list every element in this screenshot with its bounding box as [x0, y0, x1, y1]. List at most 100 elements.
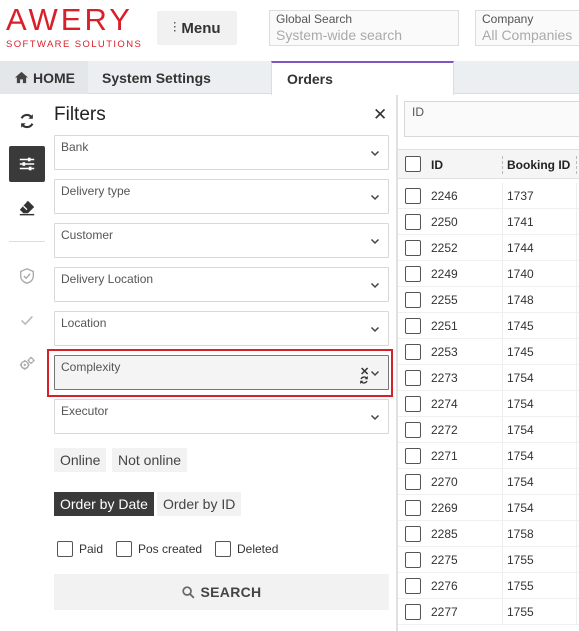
tab-system-settings[interactable]: System Settings [88, 61, 271, 94]
highlight-box [47, 349, 393, 397]
shield-button[interactable] [9, 258, 45, 294]
clear-filters-button[interactable] [9, 189, 45, 225]
table-row[interactable]: 2249 1740 [398, 261, 579, 287]
app-header: AWERY SOFTWARE SOLUTIONS · · · Menu Global… [0, 0, 579, 60]
close-icon[interactable]: ✕ [373, 105, 387, 125]
table-row[interactable]: 2274 1754 [398, 391, 579, 417]
menu-button[interactable]: · · · Menu [157, 11, 237, 45]
tab-home[interactable]: HOME [0, 61, 88, 94]
global-search-input[interactable]: Global Search System-wide search [269, 10, 459, 46]
refresh-button[interactable] [9, 103, 45, 139]
order-by-date-toggle[interactable]: Order by Date [54, 492, 154, 516]
orders-grid: ID ID Booking ID 2246 1737 2250 1741 2252 174… [398, 95, 579, 631]
row-checkbox[interactable] [405, 292, 421, 308]
cell-booking-id: 1737 [507, 189, 534, 203]
row-checkbox[interactable] [405, 240, 421, 256]
search-button[interactable]: SEARCH [54, 574, 389, 610]
chevron-down-icon [370, 326, 380, 333]
table-row[interactable]: 2277 1755 [398, 599, 579, 625]
row-checkbox[interactable] [405, 318, 421, 334]
cell-id: 2250 [431, 215, 458, 229]
cell-id: 2270 [431, 475, 458, 489]
company-label: Company [482, 12, 534, 26]
row-checkbox[interactable] [405, 604, 421, 620]
column-divider [502, 521, 503, 547]
column-divider [576, 521, 577, 547]
row-checkbox[interactable] [405, 552, 421, 568]
tab-orders[interactable]: Orders [271, 61, 454, 95]
row-checkbox[interactable] [405, 422, 421, 438]
awery-logo[interactable]: AWERY SOFTWARE SOLUTIONS [6, 4, 143, 54]
global-search-placeholder: System-wide search [276, 27, 403, 43]
column-header-booking-id[interactable]: Booking ID [507, 158, 570, 172]
table-row[interactable]: 2251 1745 [398, 313, 579, 339]
table-row[interactable]: 2271 1754 [398, 443, 579, 469]
location-select[interactable]: Location [54, 311, 389, 346]
row-checkbox[interactable] [405, 448, 421, 464]
column-divider [502, 209, 503, 235]
online-toggle[interactable]: Online [54, 448, 107, 472]
pos-created-checkbox[interactable]: Pos created [116, 541, 202, 557]
chevron-down-icon [370, 414, 380, 421]
row-checkbox[interactable] [405, 500, 421, 516]
row-checkbox[interactable] [405, 344, 421, 360]
cell-id: 2269 [431, 501, 458, 515]
row-checkbox[interactable] [405, 370, 421, 386]
table-row[interactable]: 2276 1755 [398, 573, 579, 599]
row-checkbox[interactable] [405, 188, 421, 204]
delivery-location-select[interactable]: Delivery Location [54, 267, 389, 302]
gears-icon [19, 356, 35, 370]
column-divider [502, 391, 503, 417]
table-row[interactable]: 2246 1737 [398, 183, 579, 209]
row-checkbox[interactable] [405, 214, 421, 230]
table-row[interactable]: 2269 1754 [398, 495, 579, 521]
column-resizer[interactable] [576, 156, 577, 174]
company-select[interactable]: Company All Companies [475, 10, 579, 46]
table-row[interactable]: 2255 1748 [398, 287, 579, 313]
column-divider [576, 391, 577, 417]
delivery-type-label: Delivery type [61, 184, 131, 198]
column-divider [502, 547, 503, 573]
column-header-id[interactable]: ID [431, 158, 443, 172]
paid-checkbox[interactable]: Paid [57, 541, 103, 557]
column-divider [502, 261, 503, 287]
id-filter-input[interactable]: ID [404, 101, 579, 137]
check-button[interactable] [9, 302, 45, 338]
kebab-icon: · · · [173, 18, 177, 37]
column-divider [576, 573, 577, 599]
cell-booking-id: 1755 [507, 579, 534, 593]
row-checkbox[interactable] [405, 526, 421, 542]
table-row[interactable]: 2272 1754 [398, 417, 579, 443]
select-all-checkbox[interactable] [405, 156, 421, 172]
column-divider [576, 261, 577, 287]
table-row[interactable]: 2273 1754 [398, 365, 579, 391]
delivery-type-select[interactable]: Delivery type [54, 179, 389, 214]
table-row[interactable]: 2250 1741 [398, 209, 579, 235]
logo-tagline: SOFTWARE SOLUTIONS [6, 39, 143, 50]
table-row[interactable]: 2285 1758 [398, 521, 579, 547]
location-label: Location [61, 316, 107, 330]
deleted-checkbox[interactable]: Deleted [215, 541, 278, 557]
table-row[interactable]: 2252 1744 [398, 235, 579, 261]
cell-booking-id: 1744 [507, 241, 534, 255]
column-resizer[interactable] [502, 156, 503, 174]
row-checkbox[interactable] [405, 578, 421, 594]
filters-toggle-button[interactable] [9, 146, 45, 182]
order-by-id-toggle[interactable]: Order by ID [157, 492, 242, 516]
settings-button[interactable] [9, 346, 45, 382]
bank-select[interactable]: Bank [54, 135, 389, 170]
executor-select[interactable]: Executor [54, 399, 389, 434]
column-divider [576, 287, 577, 313]
table-row[interactable]: 2253 1745 [398, 339, 579, 365]
row-checkbox[interactable] [405, 266, 421, 282]
table-row[interactable]: 2275 1755 [398, 547, 579, 573]
chevron-down-icon [370, 150, 380, 157]
row-checkbox[interactable] [405, 396, 421, 412]
menu-label: Menu [181, 19, 221, 37]
customer-select[interactable]: Customer [54, 223, 389, 258]
row-checkbox[interactable] [405, 474, 421, 490]
cell-id: 2285 [431, 527, 458, 541]
not-online-toggle[interactable]: Not online [112, 448, 188, 472]
tab-bar: HOME System Settings Orders [0, 61, 579, 95]
table-row[interactable]: 2270 1754 [398, 469, 579, 495]
